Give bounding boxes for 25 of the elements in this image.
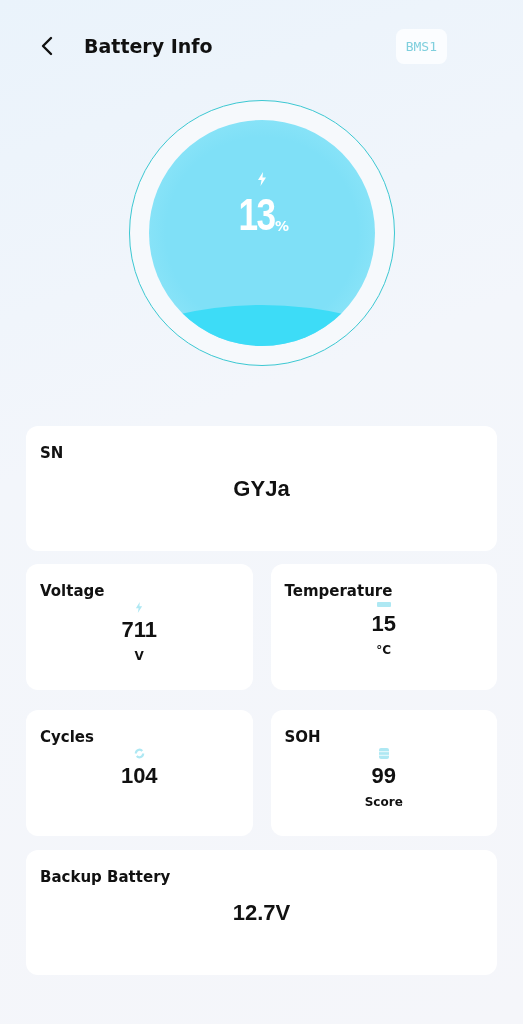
back-icon: [40, 36, 54, 56]
refresh-icon: [133, 748, 145, 759]
lightning-icon: [256, 172, 267, 186]
stat-unit: Score: [364, 795, 403, 809]
stat-value: 99: [371, 763, 396, 789]
card-label: Temperature: [284, 582, 394, 600]
device-selector[interactable]: BMS1: [395, 28, 447, 64]
page-title: Battery Info: [84, 35, 213, 57]
battery-percent: 13: [238, 190, 275, 240]
backup-voltage: 12.7V: [232, 900, 291, 926]
card-label: SN: [40, 444, 65, 462]
card-label: Cycles: [40, 728, 95, 746]
percent-unit: %: [274, 218, 289, 234]
lightning-icon: [135, 602, 144, 613]
card-label: Voltage: [40, 582, 106, 600]
stat-value: 711: [121, 617, 157, 643]
database-icon: [378, 748, 389, 759]
bar-icon: [376, 602, 391, 607]
card-label: SOH: [284, 728, 322, 746]
serial-number: GYJa: [233, 476, 290, 502]
stat-value: 15: [371, 611, 396, 637]
stat-unit: °C: [376, 643, 392, 657]
card-label: Backup Battery: [40, 868, 172, 886]
stat-value: 104: [120, 763, 158, 789]
stat-unit: V: [134, 649, 144, 663]
